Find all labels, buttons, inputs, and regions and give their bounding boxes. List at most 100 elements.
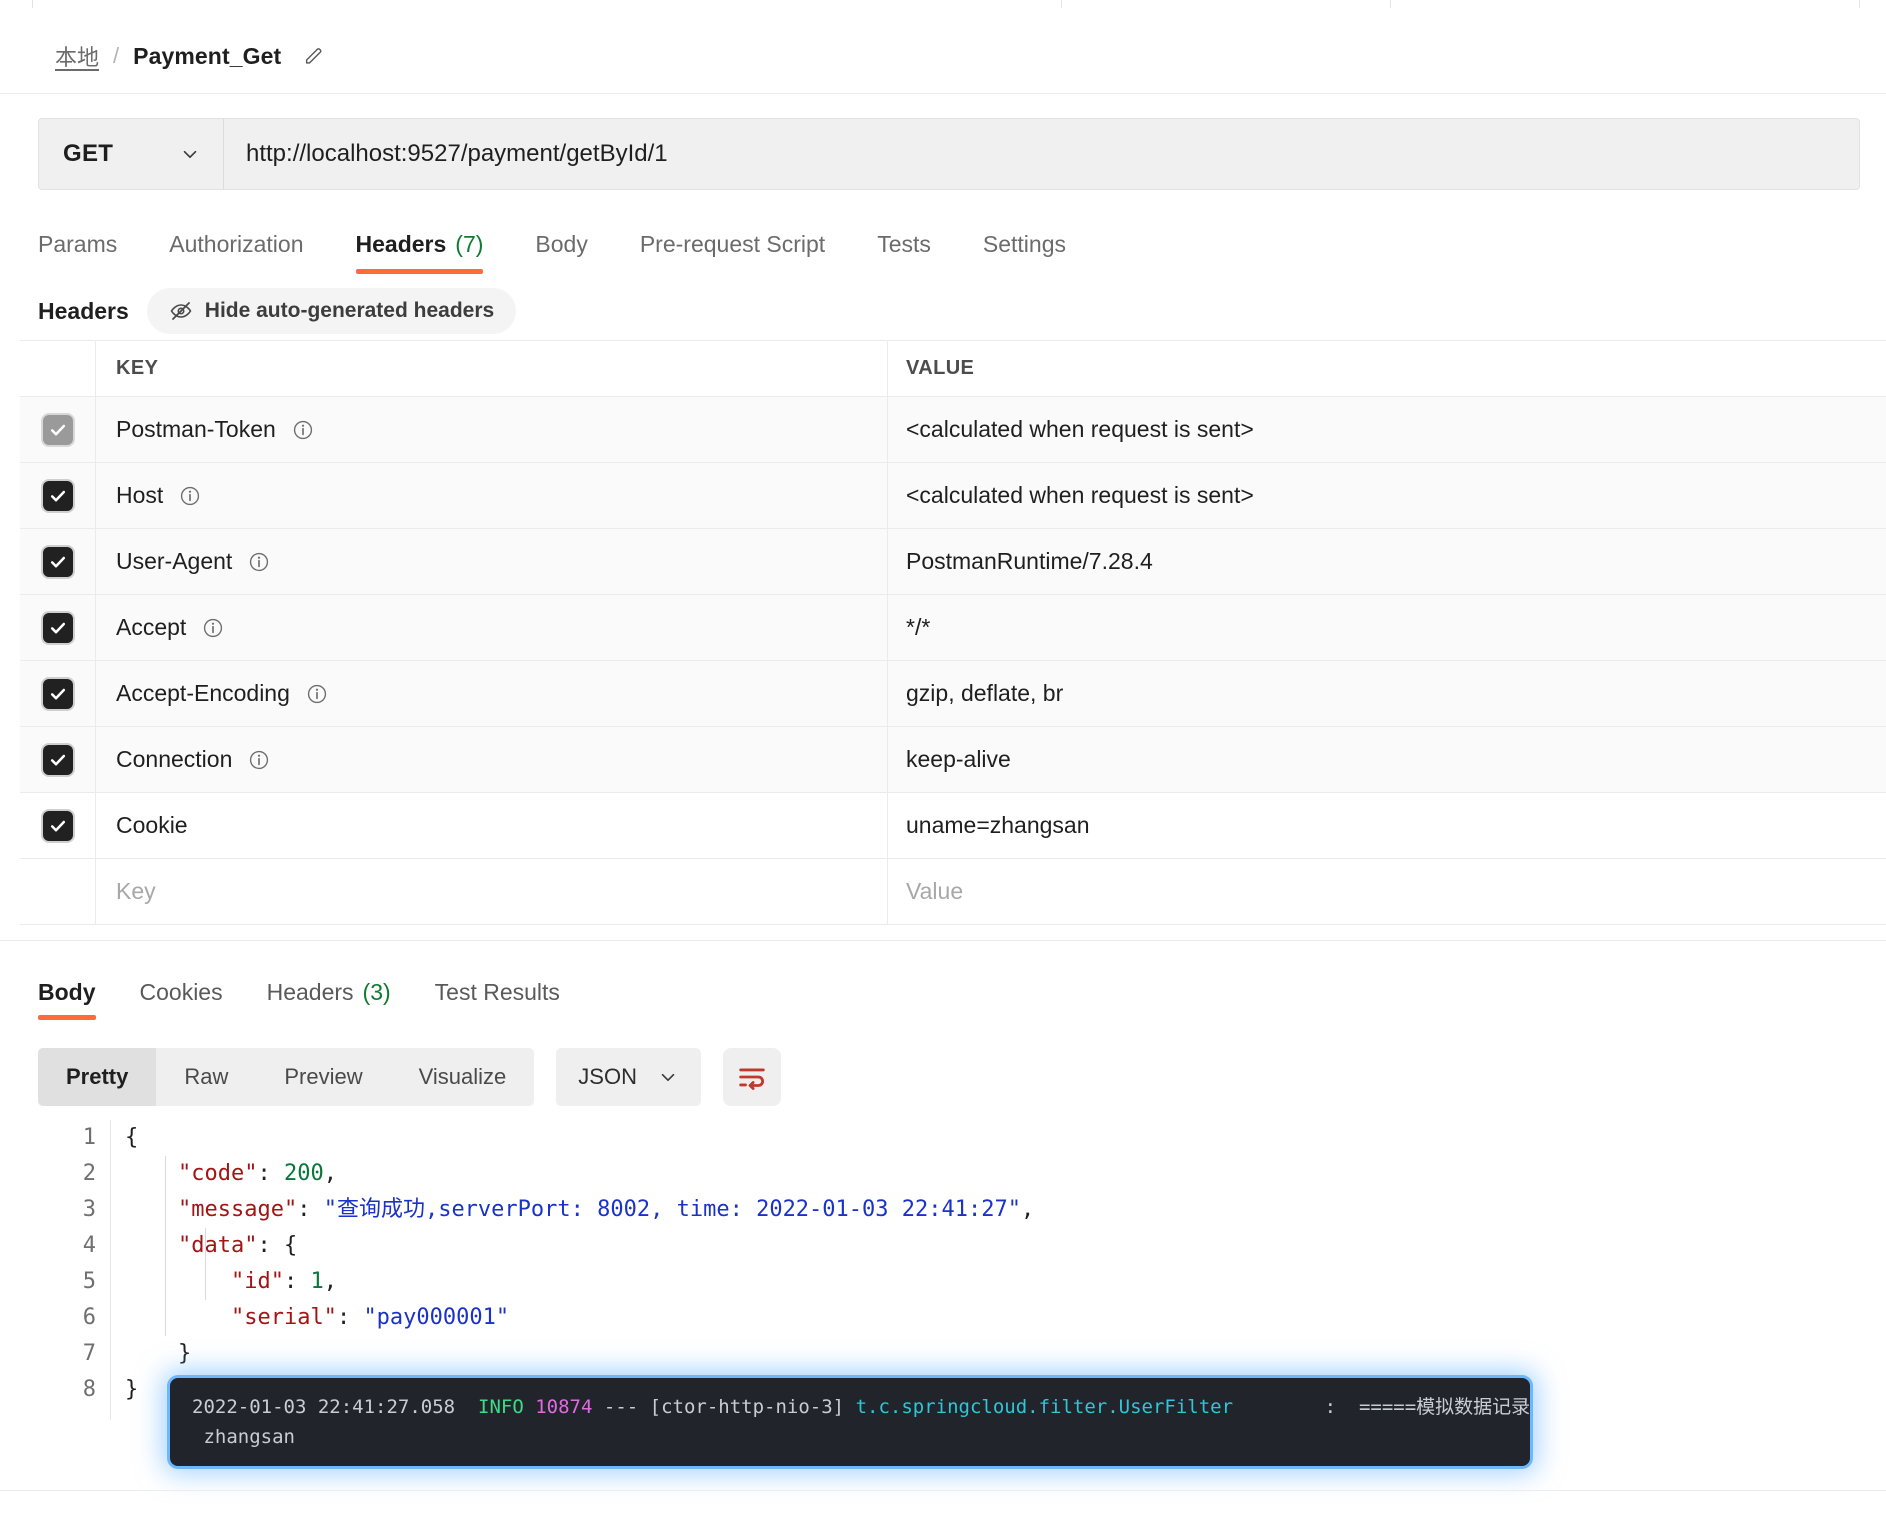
- row-value-cell[interactable]: */*: [888, 595, 1886, 660]
- row-checkbox[interactable]: [42, 414, 73, 445]
- code-token: ,: [1020, 1197, 1035, 1222]
- row-key-cell[interactable]: Connection: [96, 727, 888, 792]
- row-checkbox[interactable]: [42, 546, 73, 577]
- tab-tests[interactable]: Tests: [851, 218, 957, 270]
- view-mode-pretty[interactable]: Pretty: [38, 1048, 157, 1106]
- postman-request-screen: 本地 / Payment_Get GET http://localhost:95…: [0, 0, 1886, 1536]
- tab-headers[interactable]: Headers (7): [330, 218, 510, 274]
- table-row[interactable]: Accept */*: [20, 595, 1886, 661]
- table-row[interactable]: Accept-Encoding gzip, deflate, br: [20, 661, 1886, 727]
- row-checkbox[interactable]: [42, 810, 73, 841]
- tab-settings[interactable]: Settings: [957, 218, 1092, 270]
- log-level: INFO: [478, 1396, 524, 1418]
- url-input[interactable]: http://localhost:9527/payment/getById/1: [224, 118, 1860, 190]
- code-line: "data": {: [125, 1228, 1858, 1264]
- view-mode-raw[interactable]: Raw: [156, 1048, 256, 1106]
- tab-body-label: Body: [535, 230, 588, 257]
- new-key-input[interactable]: Key: [96, 859, 888, 924]
- view-mode-visualize[interactable]: Visualize: [391, 1048, 535, 1106]
- info-icon[interactable]: [248, 749, 270, 771]
- row-key-cell[interactable]: Host: [96, 463, 888, 528]
- code-token: :: [283, 1269, 311, 1294]
- indent-guide: [165, 1156, 166, 1336]
- code-token: "data": [177, 1233, 258, 1258]
- row-checkbox-cell: [20, 463, 96, 528]
- code-lines: { "code": 200, "message": "查询成功,serverPo…: [110, 1120, 1858, 1420]
- table-row[interactable]: Host <calculated when request is sent>: [20, 463, 1886, 529]
- row-key-cell[interactable]: User-Agent: [96, 529, 888, 594]
- row-value-cell[interactable]: PostmanRuntime/7.28.4: [888, 529, 1886, 594]
- method-label: GET: [63, 140, 114, 167]
- info-icon[interactable]: [292, 419, 314, 441]
- row-checkbox-cell: [20, 793, 96, 858]
- view-mode-raw-label: Raw: [184, 1064, 229, 1089]
- row-value-text: gzip, deflate, br: [906, 680, 1064, 706]
- code-token: ,: [323, 1161, 337, 1186]
- new-key-placeholder: Key: [116, 878, 156, 904]
- row-key-cell[interactable]: Cookie: [96, 793, 888, 858]
- tab-stub-left[interactable]: [32, 0, 1062, 8]
- table-header-row: KEY VALUE: [20, 341, 1886, 397]
- info-icon[interactable]: [248, 551, 270, 573]
- hide-auto-generated-headers-button[interactable]: Hide auto-generated headers: [146, 288, 517, 334]
- table-row[interactable]: Connection keep-alive: [20, 727, 1886, 793]
- response-tab-headers[interactable]: Headers (3): [245, 968, 413, 1016]
- method-selector[interactable]: GET: [38, 118, 224, 190]
- pencil-icon[interactable]: [303, 45, 325, 67]
- row-checkbox-cell: [20, 595, 96, 660]
- code-line: "id": 1,: [125, 1264, 1858, 1300]
- row-value-cell[interactable]: <calculated when request is sent>: [888, 397, 1886, 462]
- code-line: "message": "查询成功,serverPort: 8002, time:…: [125, 1192, 1858, 1228]
- row-checkbox[interactable]: [42, 480, 73, 511]
- eye-slash-icon: [170, 302, 192, 320]
- table-row-new[interactable]: Key Value: [20, 859, 1886, 925]
- log-timestamp: 2022-01-03 22:41:27.058: [192, 1396, 456, 1418]
- row-key-cell[interactable]: Postman-Token: [96, 397, 888, 462]
- info-icon[interactable]: [179, 485, 201, 507]
- line-number: 2: [82, 1161, 96, 1186]
- table-row[interactable]: Postman-Token <calculated when request i…: [20, 397, 1886, 463]
- row-checkbox[interactable]: [42, 744, 73, 775]
- response-tab-body-label: Body: [38, 978, 96, 1005]
- view-mode-visualize-label: Visualize: [418, 1064, 507, 1089]
- code-token: "code": [177, 1161, 258, 1186]
- info-icon[interactable]: [306, 683, 328, 705]
- code-token: {: [125, 1125, 139, 1150]
- table-row[interactable]: Cookie uname=zhangsan: [20, 793, 1886, 859]
- row-checkbox-cell: [20, 661, 96, 726]
- row-value-cell[interactable]: keep-alive: [888, 727, 1886, 792]
- row-key-cell[interactable]: Accept-Encoding: [96, 661, 888, 726]
- tab-strip: [0, 0, 1886, 8]
- check-icon: [50, 424, 65, 435]
- word-wrap-icon: [739, 1068, 765, 1090]
- tab-stub-right[interactable]: [1390, 0, 1860, 8]
- row-value-cell[interactable]: uname=zhangsan: [888, 793, 1886, 858]
- row-key-text: Cookie: [116, 812, 188, 838]
- code-token: : {: [257, 1233, 298, 1258]
- tab-body[interactable]: Body: [509, 218, 613, 270]
- format-selector[interactable]: JSON: [556, 1048, 701, 1106]
- table-row[interactable]: User-Agent PostmanRuntime/7.28.4: [20, 529, 1886, 595]
- row-checkbox[interactable]: [42, 678, 73, 709]
- row-checkbox[interactable]: [42, 612, 73, 643]
- row-value-cell[interactable]: <calculated when request is sent>: [888, 463, 1886, 528]
- response-tab-body[interactable]: Body: [38, 968, 118, 1020]
- code-token: "serial": [230, 1305, 337, 1330]
- tab-params[interactable]: Params: [38, 218, 143, 270]
- response-body-viewer[interactable]: 1 2 3 4 5 6 7 8 { "code": 200, "message"…: [38, 1120, 1858, 1420]
- new-value-input[interactable]: Value: [888, 859, 1886, 924]
- row-value-cell[interactable]: gzip, deflate, br: [888, 661, 1886, 726]
- breadcrumb-collection-link[interactable]: 本地: [55, 40, 99, 72]
- word-wrap-button[interactable]: [722, 1048, 781, 1106]
- chevron-down-icon: [183, 150, 197, 159]
- row-key-cell[interactable]: Accept: [96, 595, 888, 660]
- info-icon[interactable]: [202, 617, 224, 639]
- tab-authorization[interactable]: Authorization: [143, 218, 329, 270]
- response-tab-cookies[interactable]: Cookies: [118, 968, 245, 1016]
- response-tab-test-results[interactable]: Test Results: [413, 968, 582, 1016]
- view-mode-preview[interactable]: Preview: [256, 1048, 390, 1106]
- tab-pre-request-script[interactable]: Pre-request Script: [614, 218, 851, 270]
- response-tab-cookies-label: Cookies: [139, 978, 223, 1005]
